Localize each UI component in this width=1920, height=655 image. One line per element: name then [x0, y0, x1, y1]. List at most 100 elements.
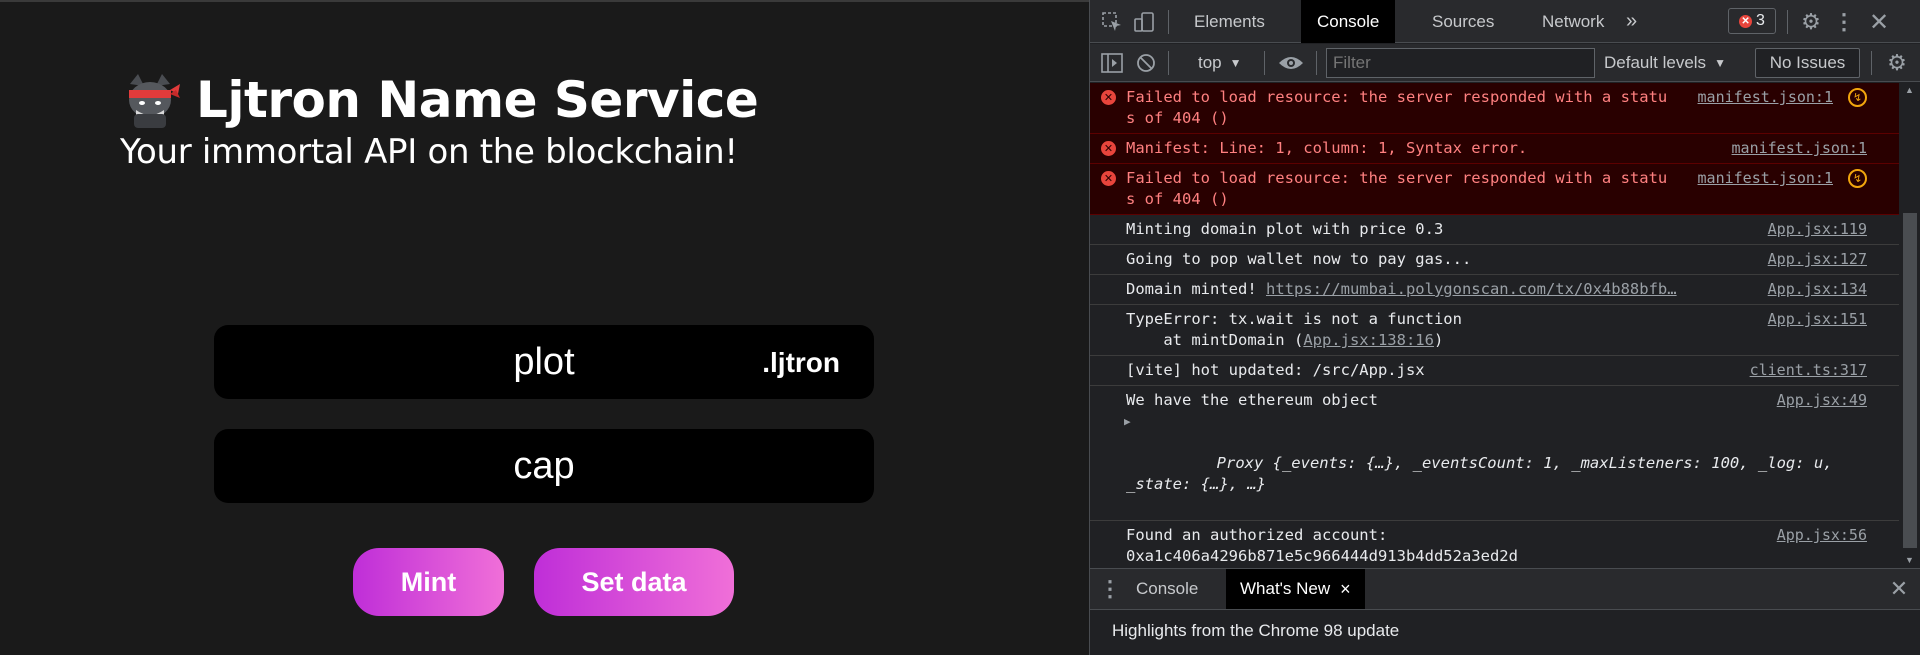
console-error-row: ✕ Manifest: Line: 1, column: 1, Syntax e… [1090, 134, 1899, 164]
kebab-menu-icon[interactable]: ⋮ [1833, 9, 1855, 35]
console-source-link[interactable]: App.jsx:119 [1768, 219, 1867, 240]
console-source-link[interactable]: App.jsx:49 [1777, 390, 1867, 411]
console-message-text: Domain minted! https://mumbai.polygonsca… [1126, 279, 1839, 300]
console-source-link[interactable]: manifest.json:1 [1698, 168, 1833, 189]
console-messages: ✕ Failed to load resource: the server re… [1090, 83, 1899, 567]
drawer-tabbar: ⋮ Console What's New × ✕ [1090, 568, 1920, 610]
console-message-text: [vite] hot updated: /src/App.jsx [1126, 361, 1425, 379]
mint-button[interactable]: Mint [353, 548, 504, 616]
console-log-row: Found an authorized account: 0xa1c406a42… [1090, 521, 1899, 567]
devtools-panel: Elements Console Sources Network » ✕ 3 ⚙… [1089, 0, 1920, 655]
app-header: Ljtron Name Service Your immortal API on… [120, 70, 759, 172]
network-panel-icon[interactable]: ↯ [1848, 169, 1867, 188]
whats-new-heading: Highlights from the Chrome 98 update [1112, 621, 1400, 640]
app-title: Ljtron Name Service [196, 71, 759, 129]
record-field [214, 429, 874, 503]
ninja-cat-icon [129, 74, 180, 128]
tab-console[interactable]: Console [1301, 0, 1396, 43]
console-source-link[interactable]: manifest.json:1 [1732, 138, 1867, 159]
sidebar-toggle-icon[interactable] [1100, 51, 1124, 75]
console-message-text: Found an authorized account: [1126, 526, 1388, 544]
error-icon: ✕ [1739, 14, 1753, 28]
record-input[interactable] [214, 429, 874, 503]
object-preview: Proxy {_events: {…}, _eventsCount: 1, _m… [1126, 454, 1842, 493]
console-settings-gear-icon[interactable]: ⚙ [1884, 50, 1910, 76]
console-log-row: TypeError: tx.wait is not a function at … [1090, 305, 1899, 356]
close-icon[interactable]: ✕ [1866, 9, 1892, 36]
eye-icon[interactable] [1276, 51, 1306, 75]
toolbar-separator [1168, 10, 1169, 34]
error-count-badge[interactable]: ✕ 3 [1728, 8, 1776, 34]
drawer-content: Highlights from the Chrome 98 update [1090, 611, 1920, 655]
error-icon: ✕ [1101, 171, 1116, 186]
console-error-row: ✕ Failed to load resource: the server re… [1090, 83, 1899, 134]
expand-triangle-icon[interactable]: ▶ [1124, 411, 1131, 432]
console-source-link[interactable]: manifest.json:1 [1698, 87, 1833, 108]
toolbar-separator [1316, 51, 1317, 75]
drawer-tab-whats-new[interactable]: What's New × [1226, 569, 1365, 609]
app-page: Ljtron Name Service Your immortal API on… [0, 0, 1089, 655]
toolbar-separator [1787, 10, 1788, 34]
console-stack-line: at mintDomain (App.jsx:138:16) [1126, 330, 1839, 351]
close-tab-icon[interactable]: × [1340, 579, 1351, 600]
app-subtitle: Your immortal API on the blockchain! [120, 132, 738, 172]
tab-network[interactable]: Network [1526, 0, 1620, 43]
clear-console-icon[interactable] [1134, 51, 1158, 75]
console-log-row: We have the ethereum object ▶ Proxy {_ev… [1090, 386, 1899, 521]
dropdown-arrow-icon: ▼ [1714, 56, 1726, 70]
stack-prefix: at mintDomain ( [1126, 331, 1304, 349]
stack-source-link[interactable]: App.jsx:138:16 [1303, 331, 1434, 349]
console-log-row: Going to pop wallet now to pay gas... Ap… [1090, 245, 1899, 275]
console-source-link[interactable]: App.jsx:56 [1777, 525, 1867, 546]
console-error-row: ✕ Failed to load resource: the server re… [1090, 164, 1899, 215]
drawer-tab-console[interactable]: Console [1122, 569, 1212, 609]
console-scrollbar[interactable]: ▲ ▼ [1899, 83, 1920, 567]
context-label: top [1198, 53, 1222, 72]
tx-link[interactable]: https://mumbai.polygonscan.com/tx/0x4b88… [1266, 280, 1677, 298]
title-row: Ljtron Name Service [120, 70, 759, 130]
dropdown-arrow-icon: ▼ [1229, 56, 1242, 70]
console-message-text: Minting domain plot with price 0.3 [1126, 220, 1444, 238]
issues-button[interactable]: No Issues [1755, 48, 1860, 78]
console-message-prefix: Domain minted! [1126, 280, 1266, 298]
error-count: 3 [1756, 12, 1765, 29]
set-data-button[interactable]: Set data [534, 548, 734, 616]
inspect-element-icon[interactable] [1100, 10, 1124, 34]
console-source-link[interactable]: client.ts:317 [1750, 360, 1867, 381]
stack-suffix: ) [1433, 331, 1444, 349]
more-tabs-icon[interactable]: » [1610, 0, 1653, 43]
tld-label: .ljtron [762, 347, 840, 378]
error-icon: ✕ [1101, 90, 1116, 105]
tab-sources[interactable]: Sources [1416, 0, 1510, 43]
toolbar-separator [1871, 51, 1872, 75]
gear-icon[interactable]: ⚙ [1798, 9, 1824, 35]
network-panel-icon[interactable]: ↯ [1848, 88, 1867, 107]
account-address: 0xa1c406a4296b871e5c966444d913b4dd52a3ed… [1126, 547, 1518, 565]
scroll-up-icon[interactable]: ▲ [1905, 85, 1914, 95]
device-toolbar-icon[interactable] [1132, 10, 1156, 34]
domain-field: .ljtron [214, 325, 874, 399]
console-message-text: TypeError: tx.wait is not a function [1126, 310, 1462, 328]
toolbar-separator [1168, 51, 1169, 75]
console-log-row: [vite] hot updated: /src/App.jsx client.… [1090, 356, 1899, 386]
drawer-tab-label: What's New [1240, 579, 1331, 598]
console-log-row: Minting domain plot with price 0.3 App.j… [1090, 215, 1899, 245]
console-object[interactable]: ▶ Proxy {_events: {…}, _eventsCount: 1, … [1124, 411, 1842, 516]
close-drawer-icon[interactable]: ✕ [1886, 575, 1912, 603]
drawer-menu-icon[interactable]: ⋮ [1099, 576, 1121, 602]
console-message-text: Going to pop wallet now to pay gas... [1126, 250, 1472, 268]
error-icon: ✕ [1101, 141, 1116, 156]
console-message-text: We have the ethereum object [1126, 391, 1378, 409]
log-levels-select[interactable]: Default levels ▼ [1604, 50, 1726, 76]
scrollbar-thumb[interactable] [1903, 213, 1917, 548]
filter-input[interactable] [1326, 48, 1595, 78]
console-log-row: Domain minted! https://mumbai.polygonsca… [1090, 275, 1899, 305]
console-source-link[interactable]: App.jsx:151 [1768, 309, 1867, 330]
toolbar-separator [1264, 51, 1265, 75]
context-select[interactable]: top ▼ [1198, 50, 1242, 76]
devtools-tabbar: Elements Console Sources Network » ✕ 3 ⚙… [1090, 0, 1920, 43]
console-source-link[interactable]: App.jsx:134 [1768, 279, 1867, 300]
scroll-down-icon[interactable]: ▼ [1905, 555, 1914, 565]
tab-elements[interactable]: Elements [1178, 0, 1281, 43]
console-source-link[interactable]: App.jsx:127 [1768, 249, 1867, 270]
